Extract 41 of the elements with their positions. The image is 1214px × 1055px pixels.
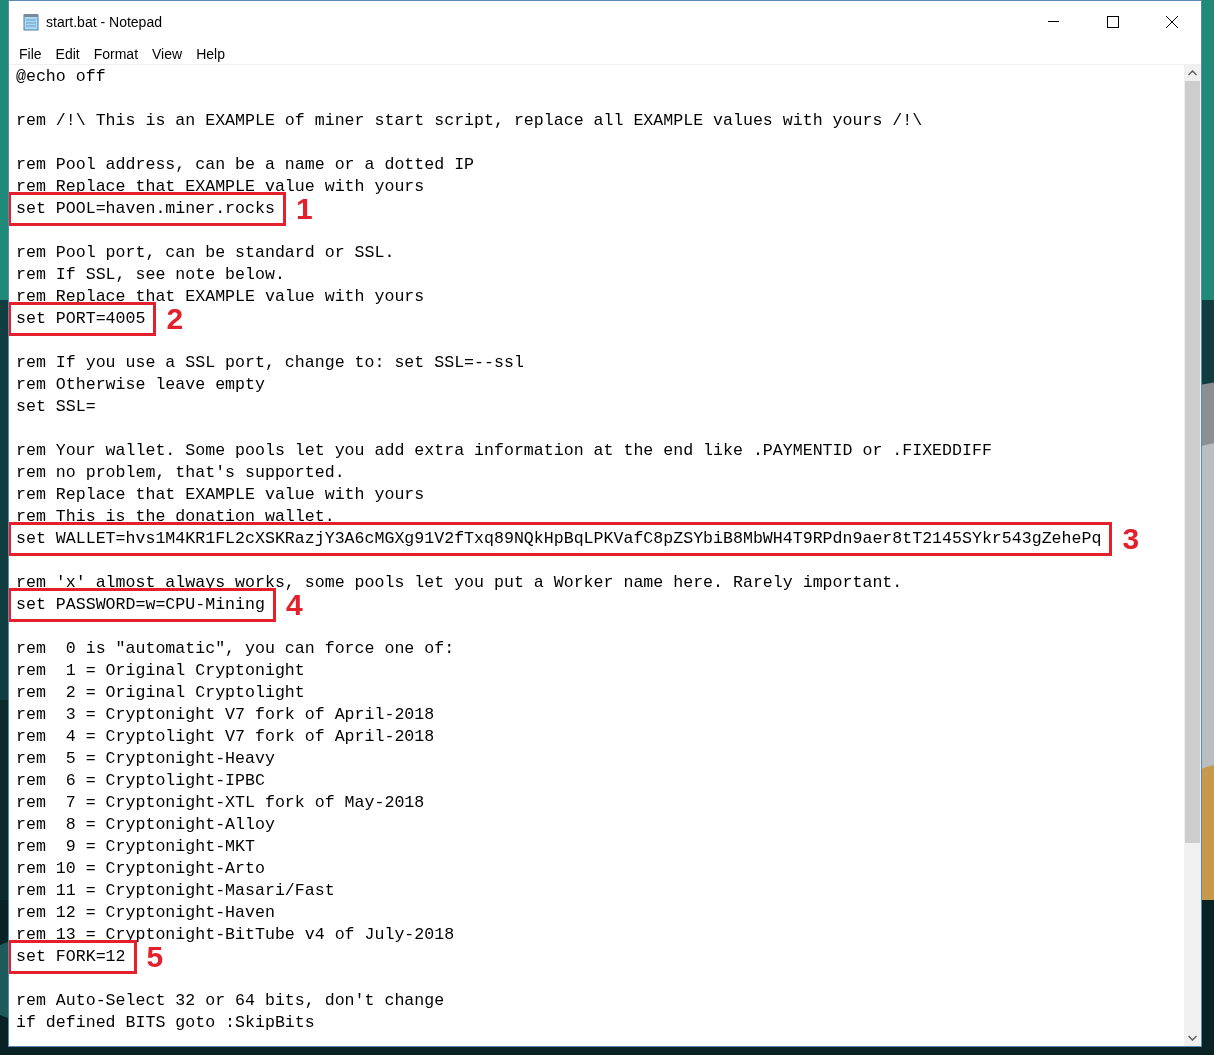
- code-line: rem Your wallet. Some pools let you add extra information at the end like .PAYMENTID or .FIXEDDIFF: [16, 440, 992, 462]
- code-line: rem 12 = Cryptonight-Haven: [16, 902, 275, 924]
- code-line: rem Pool address, can be a name or a dotted IP: [16, 154, 475, 176]
- code-line: rem 5 = Cryptonight-Heavy: [16, 748, 275, 770]
- code-line: rem 7 = Cryptonight-XTL fork of May-2018: [16, 792, 425, 814]
- callout-number: 3: [1122, 524, 1140, 554]
- code-line: rem 8 = Cryptonight-Alloy: [16, 814, 275, 836]
- maximize-icon: [1106, 16, 1119, 28]
- scroll-down-icon: [1188, 1035, 1197, 1041]
- code-line: rem 11 = Cryptonight-Masari/Fast: [16, 880, 335, 902]
- code-line: @echo off: [16, 66, 106, 88]
- code-line: rem Pool port, can be standard or SSL.: [16, 242, 395, 264]
- code-line: rem 2 = Original Cryptolight: [16, 682, 305, 704]
- code-line: set SSL=: [16, 396, 96, 418]
- code-line: rem 9 = Cryptonight-MKT: [16, 836, 255, 858]
- code-line: rem 1 = Original Cryptonight: [16, 660, 305, 682]
- scrollbar-thumb[interactable]: [1185, 81, 1200, 843]
- code-line: rem 10 = Cryptonight-Arto: [16, 858, 265, 880]
- code-line: rem 0 is "automatic", you can force one of:: [16, 638, 455, 660]
- code-line: rem If SSL, see note below.: [16, 264, 285, 286]
- window-title: start.bat - Notepad: [46, 12, 162, 32]
- code-line: rem Replace that EXAMPLE value with yours: [16, 484, 425, 506]
- code-line: rem /!\ This is an EXAMPLE of miner start script, replace all EXAMPLE values with yours /!\: [16, 110, 923, 132]
- code-line: rem 6 = Cryptolight-IPBC: [16, 770, 265, 792]
- menu-item[interactable]: File: [12, 43, 49, 64]
- menu-item[interactable]: Edit: [48, 43, 87, 64]
- code-line: rem Auto-Select 32 or 64 bits, don't change: [16, 990, 445, 1012]
- minimize-icon: [1048, 21, 1059, 23]
- scroll-up-icon: [1188, 70, 1197, 76]
- code-line: rem Otherwise leave empty: [16, 374, 265, 396]
- code-line: rem 4 = Cryptolight V7 fork of April-2018: [16, 726, 435, 748]
- vertical-scrollbar[interactable]: [1184, 65, 1201, 1046]
- notepad-icon: [22, 13, 40, 31]
- code-line: rem 3 = Cryptonight V7 fork of April-2018: [16, 704, 435, 726]
- menu-item[interactable]: Format: [86, 43, 146, 64]
- menu-item[interactable]: Help: [189, 43, 232, 64]
- close-icon: [1165, 16, 1178, 28]
- code-line: rem no problem, that's supported.: [16, 462, 345, 484]
- code-line: if defined BITS goto :SkipBits: [16, 1012, 315, 1034]
- menu-item[interactable]: View: [145, 43, 190, 64]
- code-line: rem If you use a SSL port, change to: set SSL=--ssl: [16, 352, 524, 374]
